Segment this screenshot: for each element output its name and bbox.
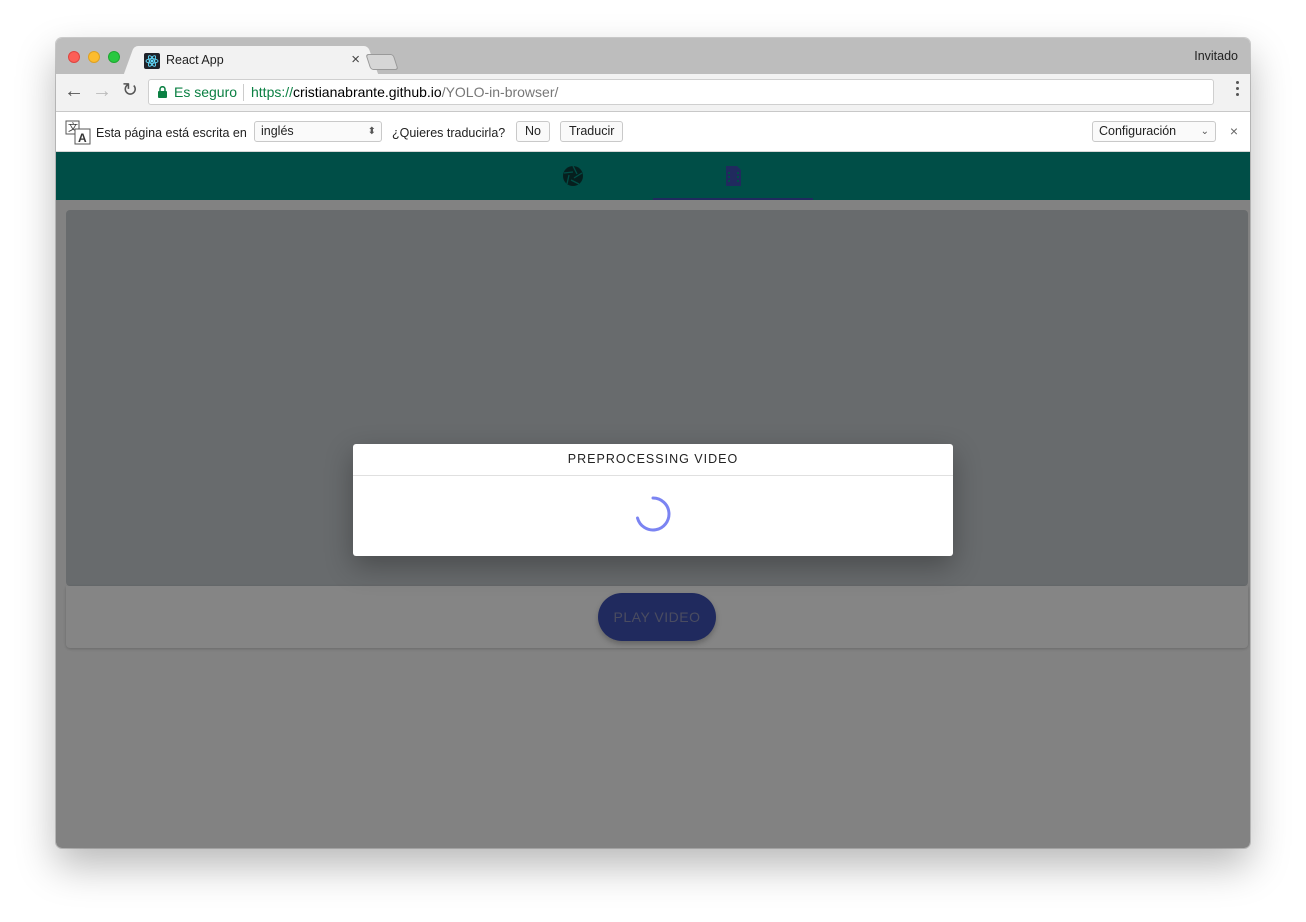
- profile-label[interactable]: Invitado: [1194, 49, 1238, 63]
- language-select[interactable]: inglés ⬍: [254, 121, 382, 142]
- reload-icon[interactable]: ↻: [118, 79, 142, 103]
- translate-bar: 文 A Esta página está escrita en inglés ⬍…: [56, 112, 1250, 152]
- translate-question: ¿Quieres traducirla?: [392, 126, 506, 140]
- language-value: inglés: [261, 124, 294, 138]
- translate-icon: 文 A: [65, 120, 91, 145]
- minimize-window-button[interactable]: [88, 51, 100, 63]
- no-translate-button[interactable]: No: [516, 121, 550, 142]
- tab-title: React App: [166, 53, 224, 67]
- dialog-title: PREPROCESSING VIDEO: [353, 444, 953, 476]
- lock-icon: [158, 86, 167, 98]
- close-window-button[interactable]: [68, 51, 80, 63]
- loading-spinner-icon: [636, 496, 671, 532]
- translate-button[interactable]: Traducir: [560, 121, 624, 142]
- url-scheme: https://: [251, 84, 294, 100]
- page-content: PLAY VIDEO PREPROCESSING VIDEO: [56, 152, 1250, 848]
- browser-window: React App × Invitado ← → ↻ Es seguro htt…: [56, 38, 1250, 848]
- translate-message: Esta página está escrita en: [96, 126, 247, 140]
- secure-label[interactable]: Es seguro: [174, 84, 237, 100]
- close-tab-icon[interactable]: ×: [351, 51, 360, 68]
- url-host: cristianabrante.github.io: [293, 84, 442, 100]
- zoom-window-button[interactable]: [108, 51, 120, 63]
- new-tab-button[interactable]: [365, 54, 399, 70]
- url-text[interactable]: https://cristianabrante.github.io/YOLO-i…: [251, 84, 558, 100]
- url-path: /YOLO-in-browser/: [441, 84, 559, 100]
- tab-strip: React App × Invitado: [56, 38, 1250, 74]
- preprocessing-dialog: PREPROCESSING VIDEO: [353, 444, 953, 556]
- browser-menu-icon[interactable]: [1236, 81, 1240, 99]
- svg-text:A: A: [78, 131, 87, 145]
- updown-arrows-icon: ⬍: [367, 126, 376, 137]
- omnibox-divider: [243, 84, 244, 101]
- chevron-down-icon: ⌄: [1200, 126, 1209, 137]
- close-translate-icon[interactable]: ×: [1230, 123, 1238, 139]
- browser-tab[interactable]: React App ×: [136, 46, 366, 74]
- translate-settings-select[interactable]: Configuración ⌄: [1092, 121, 1216, 142]
- react-logo-icon: [144, 53, 160, 69]
- settings-value: Configuración: [1099, 124, 1177, 138]
- browser-toolbar: ← → ↻ Es seguro https://cristianabrante.…: [56, 74, 1250, 112]
- address-bar[interactable]: Es seguro https://cristianabrante.github…: [148, 79, 1214, 105]
- back-arrow-icon[interactable]: ←: [62, 79, 86, 103]
- forward-arrow-icon[interactable]: →: [90, 79, 114, 103]
